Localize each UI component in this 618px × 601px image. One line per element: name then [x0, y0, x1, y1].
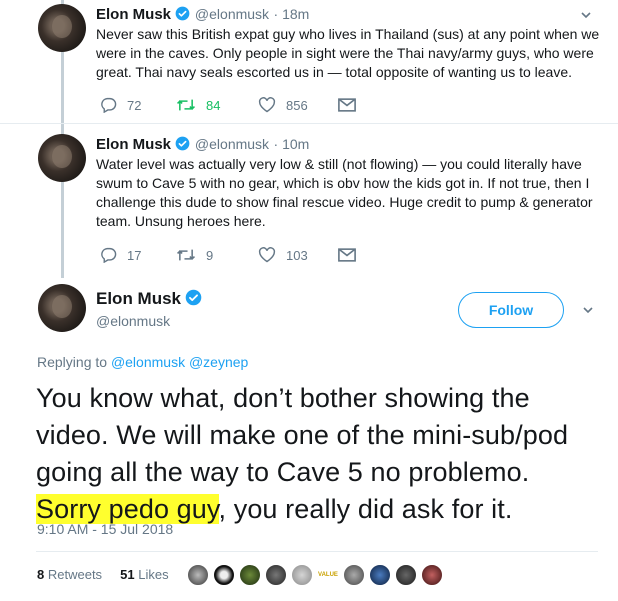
thread-line: [61, 52, 64, 138]
author-name[interactable]: Elon Musk: [96, 136, 171, 153]
divider: [36, 551, 598, 552]
reply-count: 72: [127, 97, 142, 113]
tweet-header: Elon Musk @elonmusk · 18m: [96, 6, 309, 26]
like-button[interactable]: 856: [258, 97, 308, 113]
avatar[interactable]: [38, 134, 86, 182]
author-handle[interactable]: @elonmusk: [195, 6, 269, 22]
like-count: 856: [286, 97, 308, 113]
chevron-down-icon[interactable]: [580, 8, 592, 26]
thread-line: [61, 182, 64, 278]
tweet-text: Water level was actually very low & stil…: [96, 156, 593, 229]
liker-avatars: VALUE: [186, 563, 444, 587]
replying-handles[interactable]: @elonmusk @zeynep: [111, 354, 248, 370]
reply-button[interactable]: 17: [100, 247, 141, 263]
author-name[interactable]: Elon Musk: [96, 6, 171, 23]
tweet-header: Elon Musk @elonmusk · 10m: [96, 136, 309, 156]
tweet-time[interactable]: · 18m: [274, 6, 310, 22]
heart-icon: [258, 247, 276, 263]
retweet-count: 9: [206, 247, 214, 263]
divider: [0, 123, 618, 124]
liker-avatar[interactable]: [290, 563, 314, 587]
liker-avatar[interactable]: [342, 563, 366, 587]
retweet-button[interactable]: 9: [176, 247, 213, 263]
replying-to: Replying to @elonmusk @zeynep: [37, 354, 248, 370]
tweet-time[interactable]: · 10m: [274, 136, 310, 152]
replying-prefix: Replying to: [37, 354, 108, 370]
like-button[interactable]: 103: [258, 247, 308, 263]
retweet-count: 84: [206, 97, 221, 113]
avatar[interactable]: [38, 4, 86, 52]
liker-avatar[interactable]: [394, 563, 418, 587]
reply-icon: [101, 97, 117, 113]
verified-icon: [175, 6, 190, 26]
avatar[interactable]: [38, 284, 86, 332]
author-handle[interactable]: @elonmusk: [96, 313, 170, 329]
retweet-icon: [176, 249, 196, 261]
engagement-stats: 8 Retweets 51 Likes: [37, 567, 169, 582]
liker-avatar[interactable]: [264, 563, 288, 587]
chevron-down-icon[interactable]: [582, 303, 594, 321]
message-icon[interactable]: [338, 98, 356, 117]
main-tweet-text: You know what, don’t bother showing the …: [36, 383, 569, 524]
like-count: 103: [286, 247, 308, 263]
highlighted-text: Sorry pedo guy: [36, 494, 219, 524]
follow-button[interactable]: Follow: [458, 292, 564, 328]
message-icon[interactable]: [338, 248, 356, 267]
verified-icon: [175, 136, 190, 156]
heart-icon: [258, 97, 276, 113]
tweet-text: Never saw this British expat guy who liv…: [96, 26, 600, 80]
author-name[interactable]: Elon Musk: [96, 289, 181, 308]
tweet-timestamp[interactable]: 9:10 AM - 15 Jul 2018: [37, 521, 173, 537]
retweet-icon: [176, 99, 196, 111]
likes-stat[interactable]: 51 Likes: [120, 567, 168, 582]
liker-avatar[interactable]: [368, 563, 392, 587]
liker-avatar[interactable]: [238, 563, 262, 587]
author-handle[interactable]: @elonmusk: [195, 136, 269, 152]
reply-icon: [101, 247, 117, 263]
retweet-button[interactable]: 84: [176, 97, 220, 113]
verified-icon: [185, 289, 202, 311]
reply-button[interactable]: 72: [100, 97, 141, 113]
reply-count: 17: [127, 247, 142, 263]
liker-avatar[interactable]: VALUE: [316, 563, 340, 587]
liker-avatar[interactable]: [186, 563, 210, 587]
liker-avatar[interactable]: [212, 563, 236, 587]
retweets-stat[interactable]: 8 Retweets: [37, 567, 102, 582]
liker-avatar[interactable]: [420, 563, 444, 587]
main-author: Elon Musk: [96, 289, 202, 311]
